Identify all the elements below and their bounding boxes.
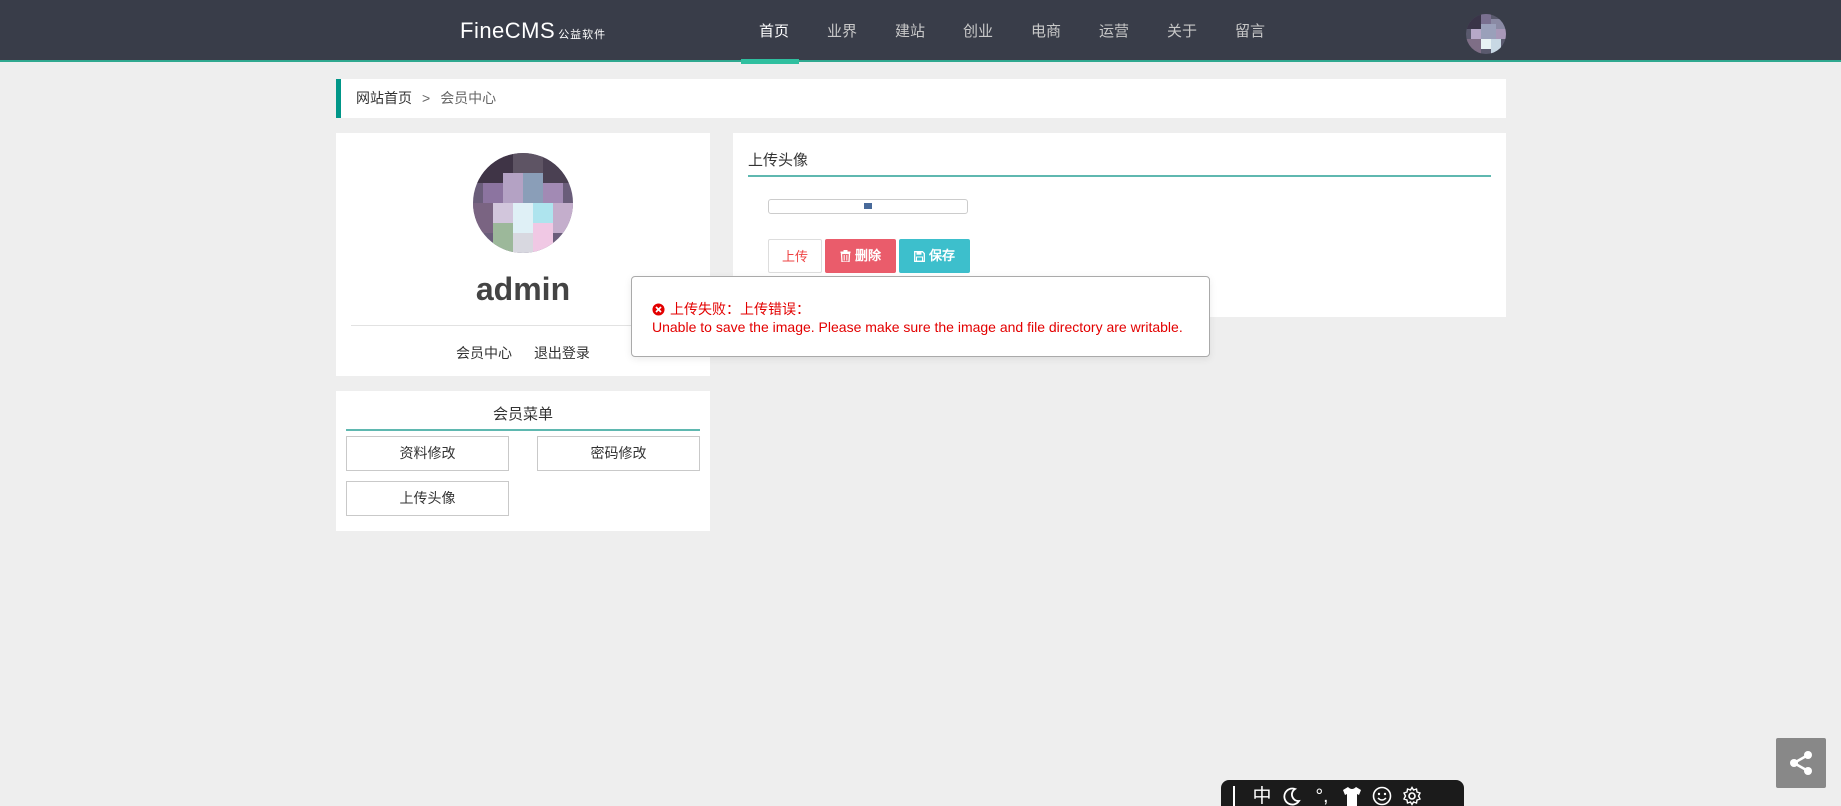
member-center-link[interactable]: 会员中心 <box>456 345 512 361</box>
avatar-image <box>1466 14 1506 54</box>
breadcrumb-home-link[interactable]: 网站首页 <box>356 90 412 106</box>
punctuation-icon[interactable]: °, <box>1307 780 1337 806</box>
avatar-image <box>473 153 573 253</box>
change-password-button[interactable]: 密码修改 <box>537 436 700 471</box>
nav-item-build-site[interactable]: 建站 <box>876 0 944 62</box>
nav-item-startup[interactable]: 创业 <box>944 0 1012 62</box>
breadcrumb: 网站首页 > 会员中心 <box>336 79 1506 118</box>
nav-item-industry[interactable]: 业界 <box>808 0 876 62</box>
main-nav: 首页 业界 建站 创业 电商 运营 关于 留言 <box>740 0 1284 64</box>
moon-icon[interactable] <box>1277 780 1307 806</box>
logo-text: FineCMS <box>460 18 556 43</box>
nav-item-ecommerce[interactable]: 电商 <box>1012 0 1080 62</box>
top-navbar: FineCMS 公益软件 首页 业界 建站 创业 电商 运营 关于 留言 <box>0 0 1841 64</box>
floppy-disk-icon <box>914 251 925 262</box>
ime-chinese-mode-button[interactable]: 中 <box>1247 780 1277 806</box>
error-title: 上传失败：上传错误： <box>652 299 810 319</box>
save-button[interactable]: 保存 <box>899 239 970 273</box>
nav-item-message[interactable]: 留言 <box>1216 0 1284 62</box>
upload-button[interactable]: 上传 <box>768 239 822 273</box>
upload-error-popup: 上传失败：上传错误： Unable to save the image. Ple… <box>631 276 1210 357</box>
ime-drag-handle[interactable] <box>1233 786 1247 806</box>
trash-icon <box>840 250 851 263</box>
nav-item-home[interactable]: 首页 <box>740 0 808 64</box>
site-logo[interactable]: FineCMS 公益软件 <box>460 18 606 44</box>
member-menu-title: 会员菜单 <box>346 403 700 431</box>
member-menu-card: 会员菜单 资料修改 密码修改 上传头像 <box>336 391 710 531</box>
logout-link[interactable]: 退出登录 <box>534 345 590 361</box>
shirt-icon[interactable] <box>1337 780 1367 806</box>
nav-item-about[interactable]: 关于 <box>1148 0 1216 62</box>
header-avatar[interactable] <box>1466 14 1506 54</box>
save-button-label: 保存 <box>928 248 955 263</box>
share-icon <box>1790 751 1812 775</box>
breadcrumb-separator: > <box>422 90 431 106</box>
breadcrumb-current: 会员中心 <box>440 90 497 106</box>
logo-subtitle: 公益软件 <box>558 29 607 41</box>
delete-button-label: 删除 <box>854 248 881 263</box>
ime-toolbar: 中 °, <box>1221 780 1464 806</box>
avatar-preview-area[interactable] <box>768 199 968 214</box>
gear-icon[interactable] <box>1397 780 1427 806</box>
panel-title: 上传头像 <box>748 149 1491 177</box>
nav-item-operations[interactable]: 运营 <box>1080 0 1148 62</box>
smiley-icon[interactable] <box>1367 780 1397 806</box>
share-button[interactable] <box>1776 738 1826 788</box>
edit-profile-button[interactable]: 资料修改 <box>346 436 509 471</box>
upload-avatar-menu-button[interactable]: 上传头像 <box>346 481 509 516</box>
broken-image-icon <box>864 203 872 209</box>
error-title-text: 上传失败：上传错误： <box>670 301 810 317</box>
error-circle-icon <box>652 302 665 316</box>
delete-button[interactable]: 删除 <box>825 239 896 273</box>
user-avatar <box>473 153 573 253</box>
error-message: Unable to save the image. Please make su… <box>652 319 1183 335</box>
